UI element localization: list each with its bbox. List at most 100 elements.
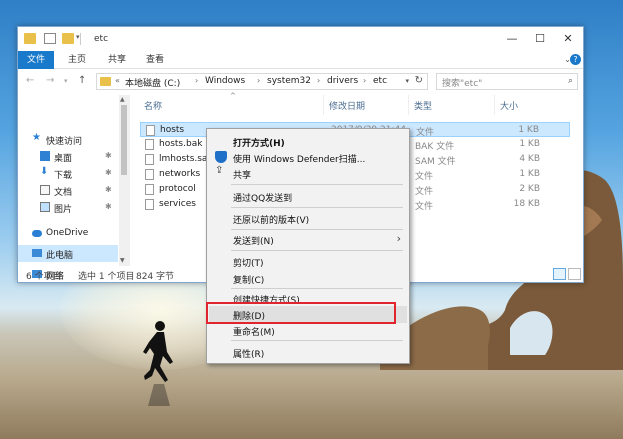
nav-item-desktop[interactable]: 桌面 ✱ — [18, 148, 118, 165]
tab-view[interactable]: 查看 — [142, 51, 168, 69]
nav-item-this-pc[interactable]: 此电脑 — [18, 245, 118, 262]
menu-item-restore-previous[interactable]: 还原以前的版本(V) — [209, 210, 407, 227]
folder-icon — [100, 77, 111, 86]
menu-separator — [231, 229, 403, 230]
pin-icon[interactable]: ✱ — [105, 185, 112, 194]
menu-separator — [231, 288, 403, 289]
breadcrumb-separator[interactable]: › — [195, 76, 198, 85]
address-dropdown-icon[interactable]: ▾ — [405, 77, 409, 85]
search-placeholder: 搜索"etc" — [442, 79, 483, 89]
download-icon: ⬇ — [40, 166, 49, 177]
picture-icon — [40, 202, 50, 212]
nav-item-documents[interactable]: 文档 ✱ — [18, 182, 118, 199]
column-header-size[interactable]: 大小 — [500, 99, 518, 112]
menu-item-properties[interactable]: 属性(R) — [209, 344, 407, 361]
nav-item-pictures[interactable]: 图片 ✱ — [18, 199, 118, 216]
breadcrumb-windows[interactable]: Windows — [205, 76, 245, 86]
menu-separator — [231, 250, 403, 251]
menu-item-share[interactable]: ⇪ 共享 — [209, 165, 407, 182]
file-name: services — [159, 199, 196, 209]
menu-separator — [231, 184, 403, 185]
file-size: 1 KB — [518, 125, 539, 135]
breadcrumb-etc[interactable]: etc — [373, 76, 387, 86]
breadcrumb-separator[interactable]: › — [317, 76, 320, 85]
nav-label: OneDrive — [46, 228, 89, 238]
breadcrumb-drivers[interactable]: drivers — [327, 76, 358, 86]
column-separator[interactable] — [323, 95, 324, 115]
menu-label: 属性(R) — [233, 350, 265, 360]
breadcrumb-overflow[interactable]: « — [115, 76, 120, 85]
nav-scrollbar[interactable]: ▲ ▼ — [119, 95, 129, 266]
file-type: 文件 — [415, 202, 434, 212]
large-icons-view-icon[interactable] — [568, 268, 581, 280]
folder-icon — [24, 33, 36, 44]
file-size: 4 KB — [519, 154, 540, 164]
desktop-icon — [40, 151, 50, 161]
navigation-pane: ★ 快速访问 桌面 ✱ ⬇ 下载 ✱ 文档 ✱ 图片 ✱ OneDrive 此电… — [18, 95, 130, 282]
nav-item-downloads[interactable]: ⬇ 下载 ✱ — [18, 165, 118, 182]
computer-icon — [32, 249, 42, 257]
ribbon-tabs: 文件 主页 共享 查看 ⌄ ? — [18, 51, 583, 69]
forward-arrow-icon[interactable]: → — [46, 75, 54, 86]
new-folder-icon[interactable] — [62, 33, 74, 44]
scroll-down-icon[interactable]: ▼ — [120, 257, 125, 264]
menu-label: 发送到(N) — [233, 237, 274, 247]
search-icon[interactable]: ⌕ — [568, 76, 573, 86]
help-icon[interactable]: ? — [570, 54, 581, 65]
breadcrumb-local-disk[interactable]: 本地磁盘 (C:) — [125, 76, 180, 89]
properties-icon[interactable] — [44, 33, 56, 44]
defender-shield-icon — [215, 151, 227, 163]
nav-label: 文档 — [54, 188, 73, 198]
tab-home[interactable]: 主页 — [64, 51, 90, 69]
nav-label: 此电脑 — [46, 251, 74, 261]
breadcrumb-separator[interactable]: › — [363, 76, 366, 85]
menu-label: 共享 — [233, 171, 252, 181]
search-input[interactable]: 搜索"etc" ⌕ — [436, 73, 578, 90]
pin-icon[interactable]: ✱ — [105, 168, 112, 177]
file-icon — [145, 199, 154, 210]
file-type: 文件 — [415, 187, 434, 197]
breadcrumb-separator[interactable]: › — [257, 76, 260, 85]
refresh-icon[interactable]: ↻ — [415, 75, 423, 86]
column-separator[interactable] — [494, 95, 495, 115]
menu-label: 打开方式(H) — [233, 139, 285, 149]
nav-item-quick-access[interactable]: ★ 快速访问 — [18, 131, 118, 148]
pin-icon[interactable]: ✱ — [105, 202, 112, 211]
tab-share[interactable]: 共享 — [104, 51, 130, 69]
address-bar[interactable]: « 本地磁盘 (C:) › Windows › system32 › drive… — [96, 73, 428, 90]
file-icon — [145, 184, 154, 195]
column-header-date[interactable]: 修改日期 — [329, 99, 365, 112]
maximize-button[interactable]: ☐ — [526, 31, 554, 47]
recent-locations-icon[interactable]: ▾ — [64, 77, 68, 85]
column-header-name[interactable]: 名称 — [144, 99, 162, 112]
file-icon — [145, 139, 154, 150]
file-icon — [145, 169, 154, 180]
breadcrumb-system32[interactable]: system32 — [267, 76, 311, 86]
column-header-type[interactable]: 类型 — [414, 99, 432, 112]
menu-label: 通过QQ发送到 — [233, 194, 293, 204]
document-icon — [40, 185, 50, 195]
up-arrow-icon[interactable]: ↑ — [78, 75, 86, 86]
menu-item-rename[interactable]: 重命名(M) — [209, 322, 407, 339]
menu-item-open-with[interactable]: 打开方式(H) — [209, 133, 407, 150]
context-menu: 打开方式(H) 使用 Windows Defender扫描... ⇪ 共享 通过… — [206, 128, 410, 364]
menu-item-send-to[interactable]: 发送到(N) › — [209, 231, 407, 248]
pin-icon[interactable]: ✱ — [105, 151, 112, 160]
minimize-button[interactable]: — — [498, 31, 526, 47]
nav-item-onedrive[interactable]: OneDrive — [18, 225, 118, 242]
tab-file[interactable]: 文件 — [18, 51, 54, 69]
menu-item-copy[interactable]: 复制(C) — [209, 270, 407, 287]
menu-item-cut[interactable]: 剪切(T) — [209, 253, 407, 270]
scroll-up-icon[interactable]: ▲ — [120, 96, 125, 103]
menu-item-send-qq[interactable]: 通过QQ发送到 — [209, 188, 407, 205]
scrollbar-thumb[interactable] — [121, 105, 127, 175]
back-arrow-icon[interactable]: ← — [26, 75, 34, 86]
menu-item-defender-scan[interactable]: 使用 Windows Defender扫描... — [209, 149, 407, 166]
close-button[interactable]: ✕ — [554, 31, 582, 47]
title-bar[interactable]: ▾ etc — ☐ ✕ — [18, 27, 583, 51]
column-separator[interactable] — [408, 95, 409, 115]
menu-separator — [231, 207, 403, 208]
file-size: 18 KB — [513, 199, 540, 209]
quick-access-dropdown-icon[interactable]: ▾ — [76, 33, 80, 41]
details-view-icon[interactable] — [553, 268, 566, 280]
